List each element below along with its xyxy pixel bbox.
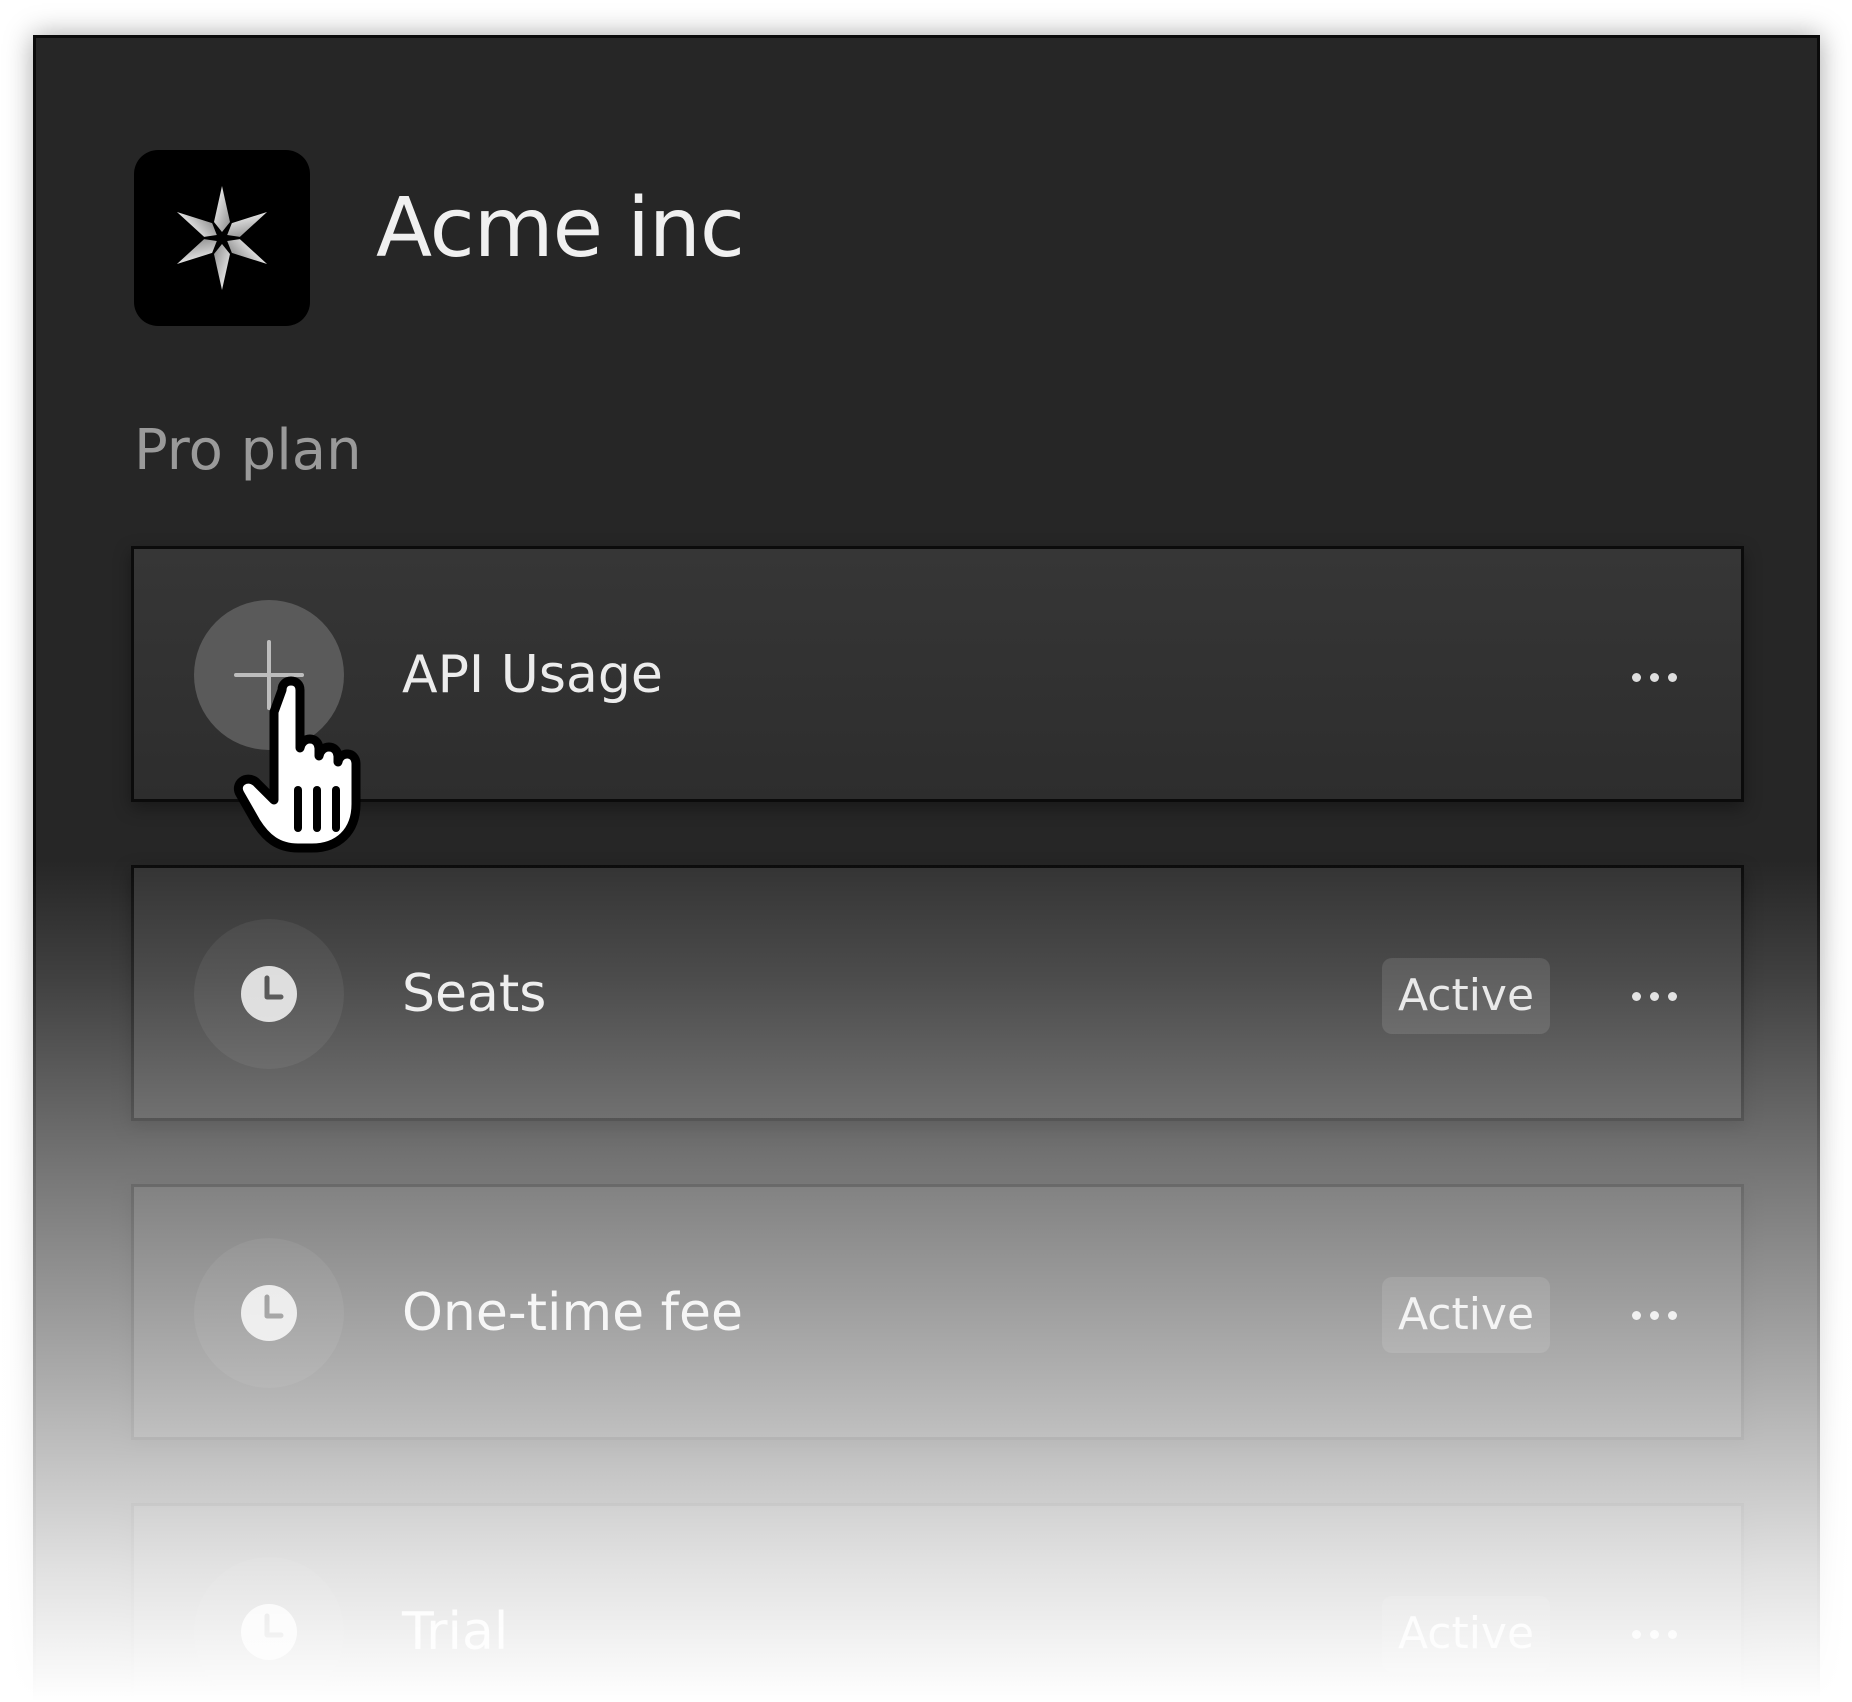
item-icon-container [194,1238,344,1388]
status-badge: Active [1382,1277,1550,1353]
company-logo [134,150,310,326]
list-item-label: One-time fee [402,1283,743,1343]
list-item-seats[interactable]: Seats Active [131,865,1744,1121]
pointer-hand-icon [234,676,361,853]
status-badge: Active [1382,1596,1550,1672]
six-point-star-icon [176,186,268,290]
list-item-label: Trial [402,1602,509,1662]
list-item-label: Seats [402,964,547,1024]
more-options-button[interactable] [1604,653,1704,701]
clock-icon [241,1285,297,1341]
ellipsis-icon [1631,991,1677,1001]
more-options-button[interactable] [1604,972,1704,1020]
list-item-one-time-fee[interactable]: One-time fee Active [131,1184,1744,1440]
item-icon-container [194,919,344,1069]
ellipsis-icon [1631,672,1677,682]
more-options-button[interactable] [1604,1610,1704,1658]
ellipsis-icon [1631,1310,1677,1320]
list-item-trial[interactable]: Trial Active [131,1503,1744,1702]
company-name: Acme inc [376,181,745,276]
more-options-button[interactable] [1604,1291,1704,1339]
clock-icon [241,966,297,1022]
list-item-label: API Usage [402,645,663,705]
plan-name: Pro plan [134,418,362,483]
ellipsis-icon [1631,1629,1677,1639]
clock-icon [241,1604,297,1660]
billing-panel: Acme inc Pro plan API Usage Seats Active [33,35,1820,1702]
item-icon-container [194,1557,344,1702]
status-badge: Active [1382,958,1550,1034]
